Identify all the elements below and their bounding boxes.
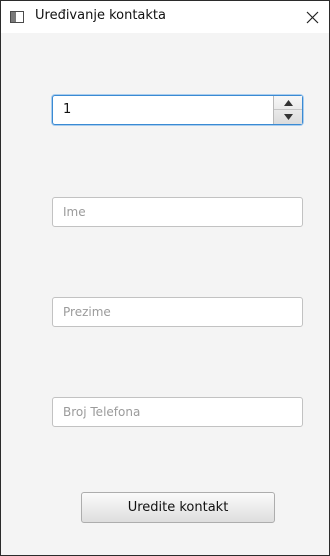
chevron-up-icon <box>283 99 293 106</box>
name-field[interactable] <box>52 197 303 227</box>
title-bar[interactable]: Uređivanje kontakta <box>1 1 329 33</box>
window-app-icon <box>10 11 24 23</box>
window-title: Uređivanje kontakta <box>35 8 166 23</box>
surname-field[interactable] <box>52 297 303 327</box>
spinner-decrement-button[interactable] <box>274 110 302 124</box>
spinner-buttons <box>273 96 302 124</box>
form-content: 1 Uredite kontakt <box>1 33 329 555</box>
id-spinner[interactable]: 1 <box>52 95 303 125</box>
close-icon <box>306 11 318 23</box>
close-button[interactable] <box>295 1 329 33</box>
edit-contact-window: Uređivanje kontakta 1 Ime Prezime Broj T… <box>0 0 330 556</box>
edit-contact-button[interactable]: Uredite kontakt <box>81 492 275 523</box>
spinner-increment-button[interactable] <box>274 96 302 110</box>
id-spinner-value[interactable]: 1 <box>63 102 71 117</box>
chevron-down-icon <box>283 114 293 120</box>
phone-field[interactable] <box>52 397 303 427</box>
